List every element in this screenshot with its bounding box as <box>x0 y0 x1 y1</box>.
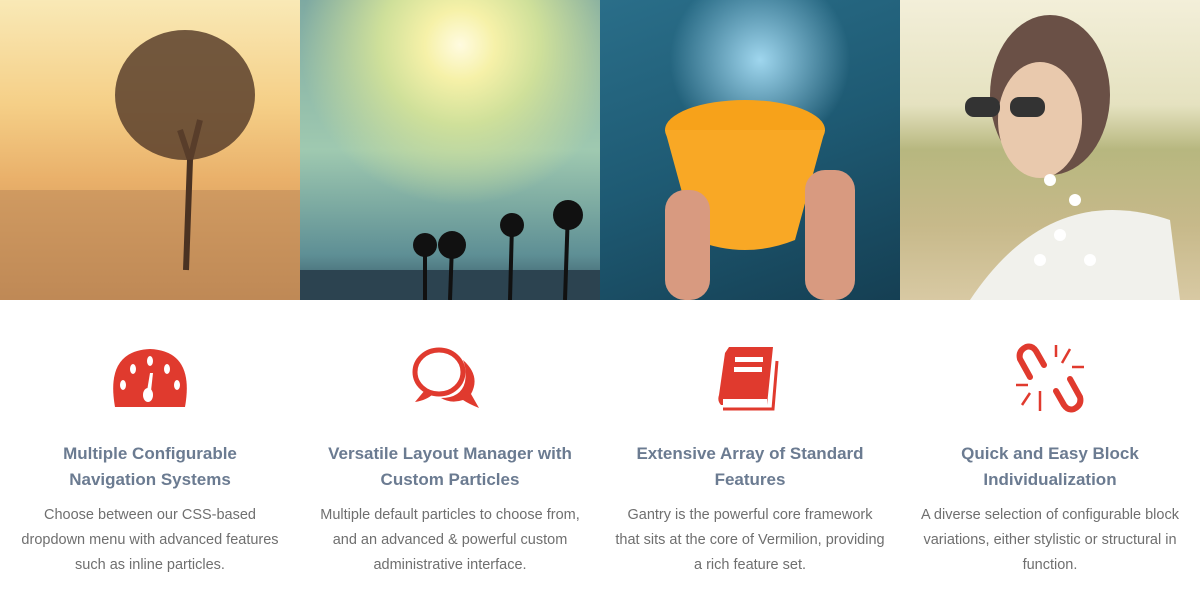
feature-title: Versatile Layout Manager with Custom Par… <box>328 444 572 489</box>
feature-title: Quick and Easy Block Individualization <box>961 444 1139 489</box>
sun-palms-photo <box>300 0 600 300</box>
tree-in-field-photo <box>0 0 300 300</box>
comments-icon <box>315 340 585 415</box>
feature-navigation: Multiple Configurable Navigation Systems… <box>0 340 300 578</box>
feature-description: Multiple default particles to choose fro… <box>320 507 580 573</box>
feature-block-individualization: Quick and Easy Block Individualization A… <box>900 340 1200 578</box>
feature-title: Multiple Configurable Navigation Systems <box>63 444 237 489</box>
feature-title: Extensive Array of Standard Features <box>636 444 864 489</box>
feature-description: Choose between our CSS-based dropdown me… <box>21 507 279 573</box>
feature-standard-features: Extensive Array of Standard Features Gan… <box>600 340 900 578</box>
feature-description: A diverse selection of configurable bloc… <box>921 507 1179 573</box>
photo-strip <box>0 0 1200 300</box>
chain-broken-icon <box>915 340 1185 415</box>
feature-layout-manager: Versatile Layout Manager with Custom Par… <box>300 340 600 578</box>
features-section: Multiple Configurable Navigation Systems… <box>0 300 1200 578</box>
feature-description: Gantry is the powerful core framework th… <box>615 507 885 573</box>
water-bucket-photo <box>600 0 900 300</box>
book-icon <box>615 340 885 415</box>
woman-flowers-photo <box>900 0 1200 300</box>
dashboard-icon <box>15 340 285 415</box>
